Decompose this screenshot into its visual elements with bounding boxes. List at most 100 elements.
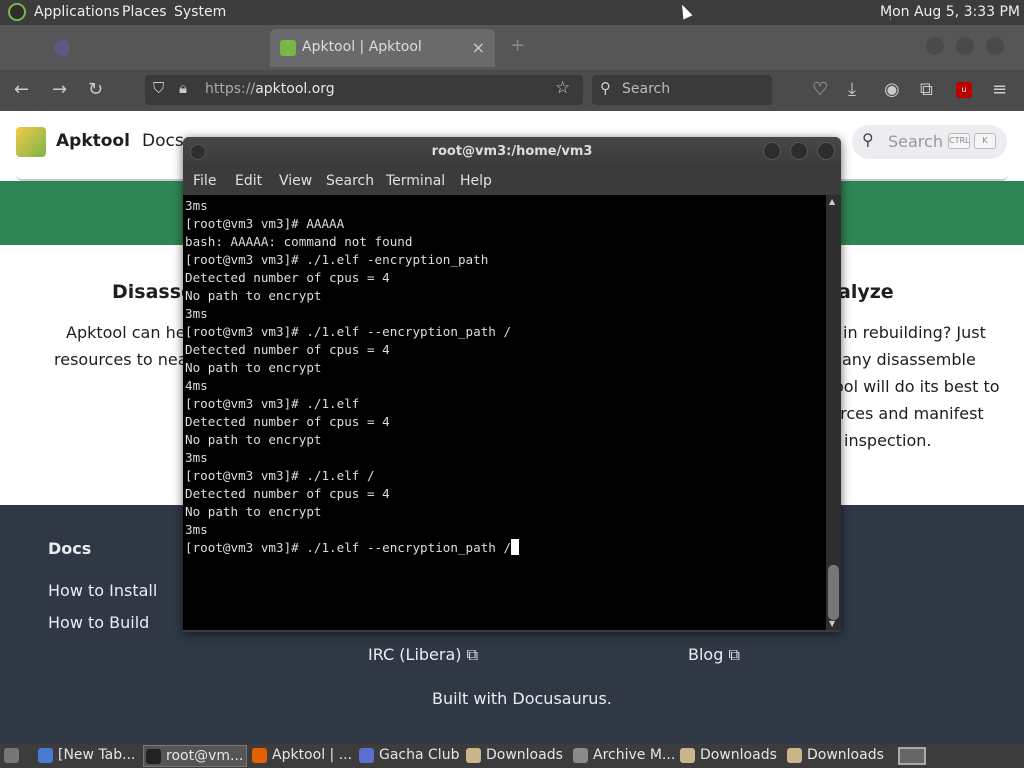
terminal-line: 3ms [185, 522, 208, 537]
terminal-close-icon[interactable] [817, 142, 835, 160]
distro-logo-icon[interactable] [8, 3, 26, 21]
menu-file[interactable]: File [193, 173, 216, 189]
shield-icon[interactable]: ⛉ [153, 79, 164, 97]
menu-terminal[interactable]: Terminal [386, 173, 445, 189]
terminal-line: [root@vm3 vm3]# ./1.elf --encryption_pat… [185, 324, 512, 339]
site-search-button[interactable]: ⚲ Search CTRL K [852, 125, 1007, 159]
bookmark-star-icon[interactable]: ☆ [555, 78, 570, 98]
footer-how-to-build-link[interactable]: How to Build [48, 613, 149, 632]
system-menu[interactable]: System [174, 4, 226, 20]
minimize-icon[interactable] [926, 37, 944, 55]
terminal-line: [root@vm3 vm3]# ./1.elf -encryption_path [185, 252, 489, 267]
terminal-menubar: File Edit View Search Terminal Help [183, 167, 841, 195]
new-tab-icon[interactable]: + [510, 35, 525, 56]
footer-irc-link[interactable]: IRC (Libera) ⧉ [368, 645, 478, 665]
forward-icon[interactable]: → [52, 79, 67, 100]
menu-edit[interactable]: Edit [235, 173, 262, 189]
terminal-line: No path to encrypt [185, 504, 322, 519]
taskbar-item[interactable]: Archive M... [571, 745, 675, 767]
tab-apktool[interactable]: Apktool | Apktool × [270, 29, 495, 67]
terminal-line: bash: AAAAA: command not found [185, 234, 413, 249]
site-title[interactable]: Apktool [56, 131, 130, 151]
scroll-thumb[interactable] [828, 565, 839, 620]
show-desktop-button[interactable] [2, 745, 22, 767]
terminal-line: [root@vm3 vm3]# ./1.elf [185, 396, 360, 411]
terminal-line: [root@vm3 vm3]# AAAAA [185, 216, 345, 231]
workspace-switcher[interactable] [898, 747, 926, 765]
terminal-line: Detected number of cpus = 4 [185, 414, 390, 429]
taskbar-item[interactable]: Downloads [464, 745, 568, 767]
ublock-icon[interactable]: u [956, 82, 972, 98]
taskbar-item[interactable]: Downloads [785, 745, 889, 767]
downloads-icon[interactable]: ⤓ [848, 79, 856, 100]
site-search-label: Search [888, 132, 943, 151]
terminal-scrollbar[interactable]: ▲ ▼ [826, 195, 841, 630]
folder-icon [787, 748, 802, 763]
tab-inactive[interactable] [44, 29, 264, 67]
close-tab-icon[interactable]: × [472, 38, 485, 57]
terminal-line: Detected number of cpus = 4 [185, 486, 390, 501]
bottom-taskbar: [New Tab... root@vm... Apktool | ... Gacha … [0, 744, 1024, 768]
terminal-maximize-icon[interactable] [790, 142, 808, 160]
taskbar-item-label: [New Tab... [58, 747, 136, 763]
feature-right-line3: ool will do its best to [834, 377, 1000, 396]
browser-navbar: ← → ↻ ⛉ 🔒︎ https://apktool.org ☆ ⚲ Searc… [0, 70, 1024, 111]
taskbar-item-label: Apktool | ... [272, 747, 353, 763]
applications-menu[interactable]: Applications [34, 4, 120, 20]
feature-left-line2: resources to nearl [54, 350, 199, 369]
terminal-window[interactable]: root@vm3:/home/vm3 File Edit View Search… [183, 137, 841, 632]
desktop-icon [4, 748, 19, 763]
taskbar-item-label: root@vm... [166, 748, 244, 764]
menu-view[interactable]: View [279, 173, 312, 189]
taskbar-item[interactable]: Apktool | ... [250, 745, 354, 767]
url-bar[interactable]: ⛉ 🔒︎ https://apktool.org ☆ [145, 75, 583, 105]
scroll-up-icon[interactable]: ▲ [829, 197, 835, 206]
scroll-down-icon[interactable]: ▼ [829, 619, 835, 628]
menu-help[interactable]: Help [460, 173, 492, 189]
archive-icon [573, 748, 588, 763]
footer-docs-title: Docs [48, 539, 92, 558]
feature-right-line1: in rebuilding? Just [843, 323, 986, 342]
nav-docs-link[interactable]: Docs [142, 131, 184, 151]
places-menu[interactable]: Places [122, 4, 167, 20]
terminal-line: 3ms [185, 450, 208, 465]
footer-blog-link[interactable]: Blog ⧉ [688, 645, 740, 665]
menu-search[interactable]: Search [326, 173, 374, 189]
back-icon[interactable]: ← [14, 79, 29, 100]
apktool-logo[interactable] [16, 127, 46, 157]
taskbar-item[interactable]: Downloads [678, 745, 782, 767]
terminal-minimize-icon[interactable] [763, 142, 781, 160]
folder-icon [680, 748, 695, 763]
lock-icon[interactable]: 🔒︎ [179, 79, 187, 97]
maximize-icon[interactable] [956, 37, 974, 55]
taskbar-item[interactable]: root@vm... [143, 745, 247, 767]
footer-how-to-install-link[interactable]: How to Install [48, 581, 157, 600]
extensions-icon[interactable]: ⧉ [920, 79, 933, 100]
external-link-icon: ⧉ [728, 645, 740, 664]
kbd-ctrl: CTRL [948, 133, 970, 149]
text-cursor [511, 539, 520, 555]
terminal-line: No path to encrypt [185, 288, 322, 303]
app-icon [359, 748, 374, 763]
search-bar[interactable]: ⚲ Search [592, 75, 772, 105]
terminal-line: [root@vm3 vm3]# ./1.elf / [185, 468, 375, 483]
terminal-titlebar[interactable]: root@vm3:/home/vm3 [183, 137, 841, 167]
account-icon[interactable]: ◉ [884, 79, 900, 100]
taskbar-item[interactable]: Gacha Club [357, 745, 461, 767]
folder-icon [466, 748, 481, 763]
clock[interactable]: Mon Aug 5, 3:33 PM [880, 4, 1020, 20]
terminal-line: No path to encrypt [185, 432, 322, 447]
feature-left-line1: Apktool can help [66, 323, 201, 342]
terminal-output[interactable]: 3ms [root@vm3 vm3]# AAAAA bash: AAAAA: com… [183, 195, 826, 630]
menu-icon[interactable]: ≡ [992, 79, 1007, 100]
search-icon: ⚲ [862, 130, 874, 149]
pocket-icon[interactable]: ♡ [812, 79, 828, 100]
kbd-k: K [974, 133, 996, 149]
url-text: https://apktool.org [205, 81, 335, 97]
terminal-prompt-line: [root@vm3 vm3]# ./1.elf --encryption_pat… [185, 539, 826, 557]
apktool-favicon-icon [280, 40, 296, 56]
taskbar-item[interactable]: [New Tab... [36, 745, 140, 767]
reload-icon[interactable]: ↻ [88, 79, 103, 100]
footer-built-with: Built with Docusaurus. [432, 689, 612, 708]
close-window-icon[interactable] [986, 37, 1004, 55]
